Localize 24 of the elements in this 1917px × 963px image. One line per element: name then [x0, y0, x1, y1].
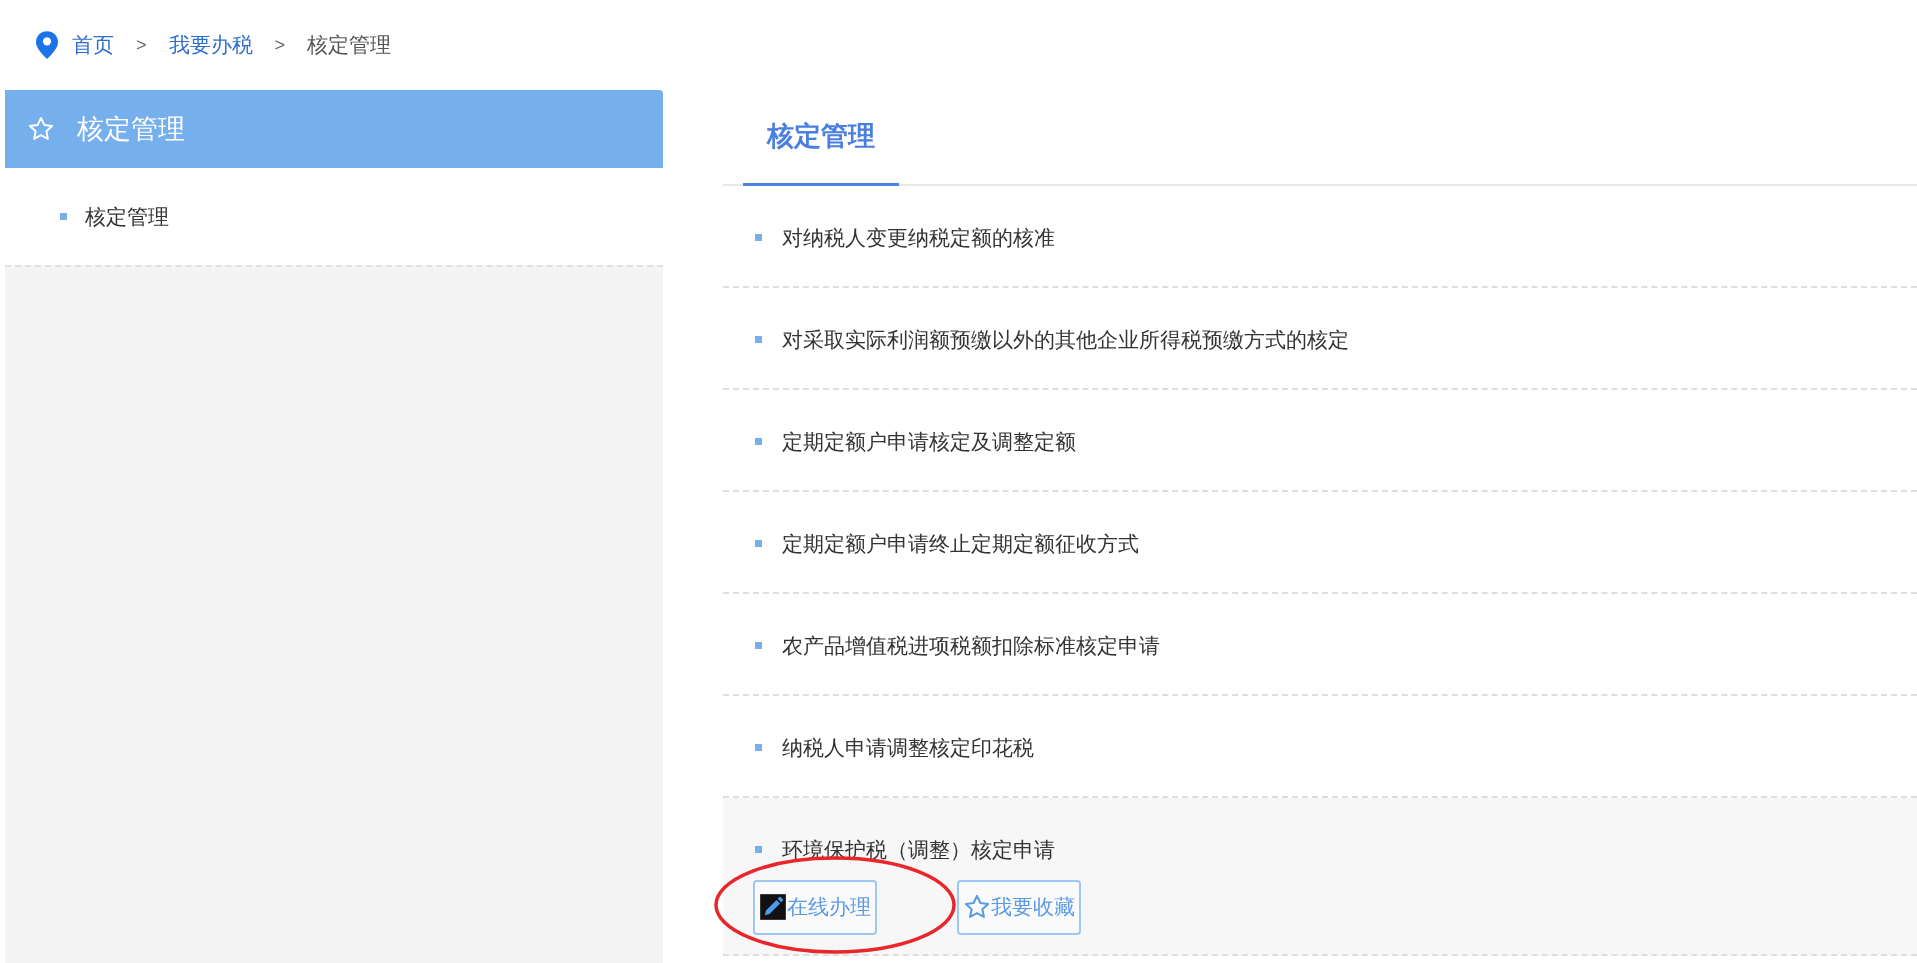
breadcrumb-link[interactable]: 我要办税 [168, 29, 253, 61]
bullet-icon [755, 540, 762, 548]
bullet-icon [755, 642, 762, 650]
breadcrumb-separator: > [136, 33, 147, 57]
sidebar-title: 核定管理 [77, 112, 185, 146]
item-title[interactable]: 对采取实际利润额预缴以外的其他企业所得税预缴方式的核定 [782, 324, 1349, 356]
star-icon [27, 115, 55, 143]
item-title[interactable]: 农产品增值税进项税额扣除标准核定申请 [782, 630, 1160, 662]
bullet-icon [755, 846, 762, 854]
item-title[interactable]: 定期定额户申请核定及调整定额 [782, 426, 1076, 458]
item-title[interactable]: 对纳税人变更纳税定额的核准 [782, 222, 1055, 254]
bullet-icon [755, 234, 762, 242]
breadcrumb-current: 核定管理 [307, 32, 392, 59]
pencil-icon [759, 893, 787, 921]
breadcrumb-link[interactable]: 首页 [72, 29, 114, 61]
item-title[interactable]: 纳税人申请调整核定印花税 [782, 732, 1034, 764]
star-icon [963, 893, 991, 921]
bullet-icon [755, 336, 762, 344]
sidebar-item[interactable]: 核定管理 [5, 168, 663, 265]
item-title[interactable]: 定期定额户申请终止定期定额征收方式 [782, 528, 1139, 560]
bullet-icon [755, 438, 762, 446]
breadcrumb-separator: > [274, 33, 286, 57]
bullet-icon [755, 744, 762, 752]
location-pin-icon [36, 31, 58, 59]
